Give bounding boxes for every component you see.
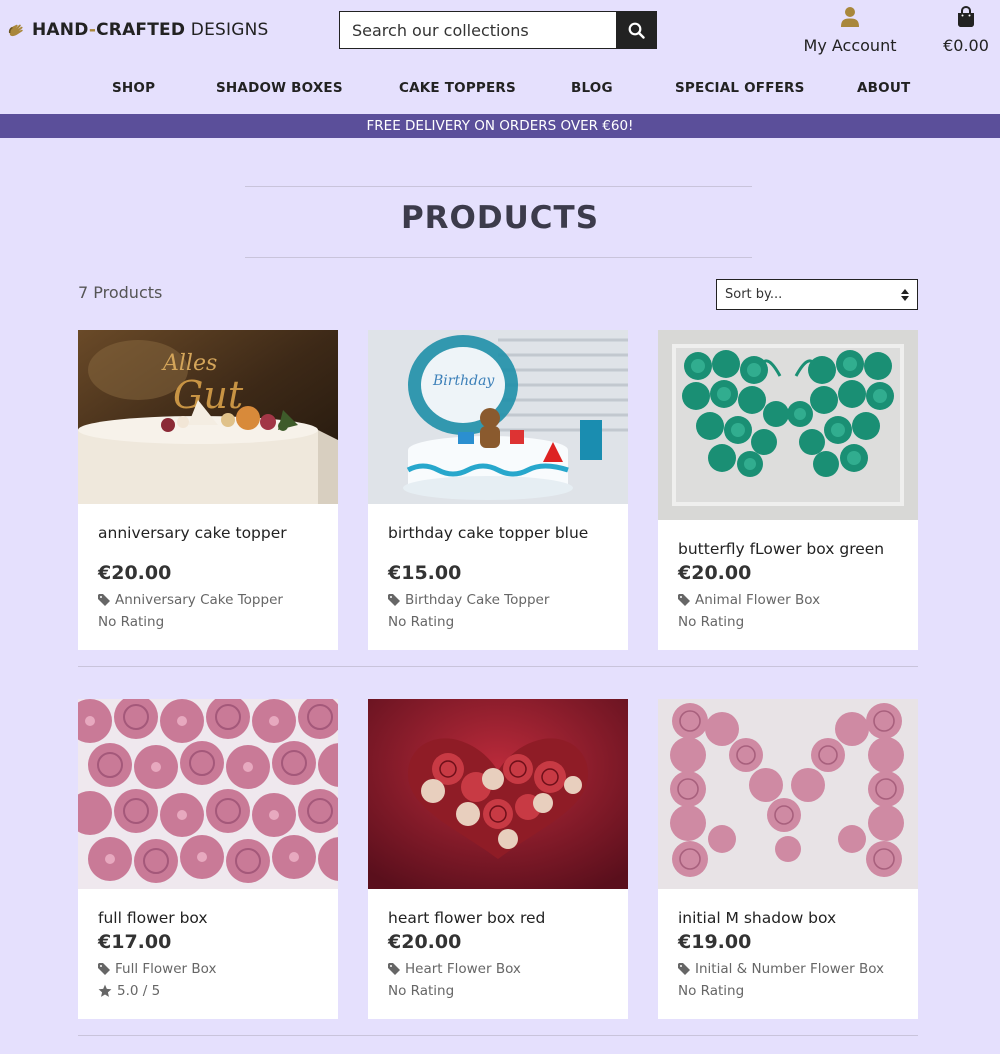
tag-icon [98,963,110,975]
product-name[interactable]: birthday cake topper blue [388,524,614,542]
tag-icon [678,594,690,606]
product-rating: No Rating [388,614,455,630]
row-divider [78,1035,918,1036]
product-price: €20.00 [388,931,462,953]
product-card-body: anniversary cake topper €20.00 Anniversa… [98,524,324,630]
nav-item-special-offers[interactable]: SPECIAL OFFERS [675,80,805,96]
main-nav: SHOP SHADOW BOXES CAKE TOPPERS BLOG SPEC… [0,62,1000,114]
svg-text:Birthday: Birthday [432,373,495,389]
product-rating: No Rating [678,614,745,630]
product-card: heart flower box red €20.00 Heart Flower… [368,699,628,1019]
title-divider-bottom [245,257,752,258]
product-image[interactable] [658,330,918,520]
product-price: €20.00 [98,562,172,584]
product-category-label: Anniversary Cake Topper [115,592,283,608]
product-image[interactable]: Birthday [368,330,628,504]
product-count: 7 Products [78,283,163,302]
product-name[interactable]: heart flower box red [388,909,614,927]
product-name[interactable]: butterfly fLower box green [678,540,904,558]
star-icon [98,984,112,997]
bag-total: €0.00 [943,36,989,55]
logo[interactable]: HAND-CRAFTED DESIGNS [8,18,269,42]
row-divider [78,666,918,667]
user-icon [841,7,859,27]
cake-photo: Birthday [368,330,628,504]
free-delivery-banner: FREE DELIVERY ON ORDERS OVER €60! [0,114,1000,138]
tag-icon [388,594,400,606]
product-category-label: Birthday Cake Topper [405,592,550,608]
product-image[interactable]: Alles Gut [78,330,338,504]
nav-item-shop[interactable]: SHOP [112,80,155,96]
product-rating: No Rating [388,983,455,999]
product-category-label: Initial & Number Flower Box [695,961,885,977]
product-card: butterfly fLower box green €20.00 Animal… [658,330,918,650]
tag-icon [678,963,690,975]
nav-item-about[interactable]: ABOUT [857,80,910,96]
product-category-label: Animal Flower Box [695,592,821,608]
product-card: full flower box €17.00 Full Flower Box 5… [78,699,338,1019]
tag-icon [388,963,400,975]
logo-text: HAND-CRAFTED DESIGNS [32,20,269,40]
product-price: €15.00 [388,562,462,584]
product-image[interactable] [658,699,918,889]
product-card: Alles Gut anniversary cake topper €20.00… [78,330,338,650]
product-category[interactable]: Anniversary Cake Topper [98,592,324,608]
product-card-body: heart flower box red €20.00 Heart Flower… [388,909,614,999]
my-account-link[interactable]: My Account [800,6,900,55]
cake-photo: Alles Gut [78,330,338,504]
sort-select[interactable]: Sort by... [716,279,918,310]
product-rating: No Rating [98,614,165,630]
page-title: PRODUCTS [400,200,600,236]
product-card: Birthday birthday cake topper blue €15.0… [368,330,628,650]
product-image[interactable] [78,699,338,889]
product-category[interactable]: Heart Flower Box [388,961,614,977]
product-card-body: birthday cake topper blue €15.00 Birthda… [388,524,614,630]
sort-select-value: Sort by... [725,287,783,302]
product-card-body: butterfly fLower box green €20.00 Animal… [678,540,904,630]
heart-flower-box-photo [368,699,628,889]
shopping-bag-link[interactable]: €0.00 [938,5,994,55]
nav-item-blog[interactable]: BLOG [571,80,613,96]
product-price: €20.00 [678,562,752,584]
site-header: HAND-CRAFTED DESIGNS My Account €0.00 [0,0,1000,62]
initial-m-shadow-box-photo [658,699,918,889]
nav-item-shadow-boxes[interactable]: SHADOW BOXES [216,80,343,96]
nav-item-cake-toppers[interactable]: CAKE TOPPERS [399,80,516,96]
logo-word-crafted: CRAFTED [96,20,186,40]
my-account-label: My Account [803,36,897,55]
logo-hands-icon [8,24,23,37]
product-image[interactable] [368,699,628,889]
product-rating: No Rating [678,983,745,999]
product-card: initial M shadow box €19.00 Initial & Nu… [658,699,918,1019]
butterfly-flower-box-photo [658,330,918,520]
product-rating: 5.0 / 5 [98,983,324,999]
product-category-label: Full Flower Box [115,961,217,977]
product-price: €17.00 [98,931,172,953]
full-flower-box-photo [78,699,338,889]
product-card-body: full flower box €17.00 Full Flower Box 5… [98,909,324,999]
product-price: €19.00 [678,931,752,953]
svg-text:Gut: Gut [173,373,244,417]
logo-word-designs: DESIGNS [185,20,269,40]
sort-arrows-icon [901,288,909,301]
search-input[interactable] [339,11,616,49]
search-icon [628,22,645,39]
title-divider-top [245,186,752,187]
product-category[interactable]: Full Flower Box [98,961,324,977]
shopping-bag-icon [958,5,974,27]
product-name[interactable]: anniversary cake topper [98,524,324,542]
logo-word-hand: HAND [32,20,89,40]
product-rating-value: 5.0 / 5 [117,983,161,999]
product-category[interactable]: Animal Flower Box [678,592,904,608]
search-form [339,11,657,49]
product-name[interactable]: initial M shadow box [678,909,904,927]
product-category[interactable]: Initial & Number Flower Box [678,961,904,977]
product-category-label: Heart Flower Box [405,961,521,977]
product-name[interactable]: full flower box [98,909,324,927]
product-category[interactable]: Birthday Cake Topper [388,592,614,608]
product-card-body: initial M shadow box €19.00 Initial & Nu… [678,909,904,999]
tag-icon [98,594,110,606]
search-button[interactable] [616,11,657,49]
